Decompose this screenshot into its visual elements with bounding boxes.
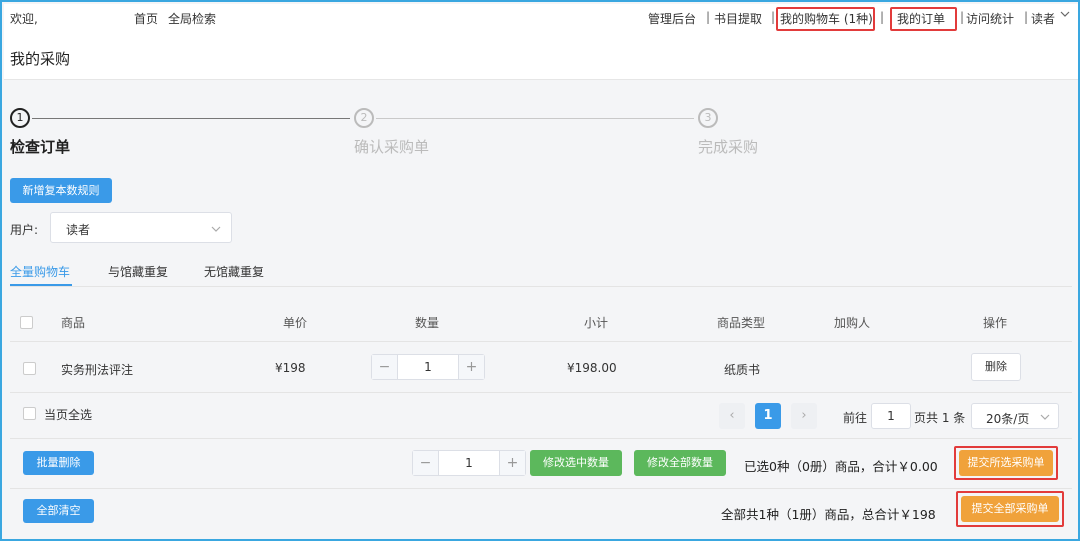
step-2-icon: 2 xyxy=(354,108,374,128)
total-summary: 全部共1种（1册）商品，总合计￥198 xyxy=(721,507,936,522)
pagination-row: 当页全选 ‹ 1 › 前往 1 页共 1 条 20条/页 xyxy=(10,393,1072,439)
batch-delete-button[interactable]: 批量删除 xyxy=(23,451,94,475)
nav-separator: | xyxy=(960,10,965,24)
welcome-text: 欢迎, xyxy=(10,12,38,26)
add-copy-rule-button[interactable]: 新增复本数规则 xyxy=(10,178,112,203)
next-page-button[interactable]: › xyxy=(791,403,817,429)
plus-icon[interactable]: + xyxy=(499,451,525,475)
row-subtotal: ¥198.00 xyxy=(567,361,617,375)
header-qty: 数量 xyxy=(415,316,440,330)
step-line xyxy=(376,118,694,119)
tab-duplicate-holdings[interactable]: 与馆藏重复 xyxy=(108,263,168,280)
batch-action-row: 批量删除 − 1 + 修改选中数量 修改全部数量 已选0种（0册）商品，合计￥0… xyxy=(10,439,1072,489)
clear-action-row: 全部清空 全部共1种（1册）商品，总合计￥198 提交全部采购单 xyxy=(10,489,1072,539)
delete-button[interactable]: 删除 xyxy=(971,353,1021,381)
chevron-down-icon[interactable] xyxy=(1060,8,1070,22)
user-select-value: 读者 xyxy=(66,223,91,237)
step-1-icon: 1 xyxy=(10,108,30,128)
page-size-select[interactable]: 20条/页 xyxy=(971,403,1059,429)
plus-icon[interactable]: + xyxy=(458,355,484,379)
table-header-row: 商品 单价 数量 小计 商品类型 加购人 操作 xyxy=(10,300,1072,342)
app-frame: 欢迎, 首页 全局检索 管理后台 | 书目提取 | 我的购物车 (1种) | 我… xyxy=(0,0,1080,541)
page-title: 我的采购 xyxy=(10,50,71,68)
nav-separator: | xyxy=(771,10,776,24)
page-number-button[interactable]: 1 xyxy=(755,403,781,429)
page-total-label: 页共 1 条 xyxy=(914,411,966,425)
goto-page-input[interactable]: 1 xyxy=(871,403,911,429)
page-header: 我的采购 xyxy=(4,32,1078,80)
table-row: 实务刑法评注 ¥198 − 1 + ¥198.00 纸质书 删除 xyxy=(10,342,1072,393)
header-price: 单价 xyxy=(283,316,308,330)
row-product[interactable]: 实务刑法评注 xyxy=(61,361,133,378)
selected-summary: 已选0种（0册）商品，合计￥0.00 xyxy=(744,459,938,474)
nav-separator: | xyxy=(880,10,885,24)
row-qty-stepper[interactable]: − 1 + xyxy=(371,354,485,380)
chevron-down-icon xyxy=(211,223,221,237)
submit-selected-button[interactable]: 提交所选采购单 xyxy=(959,450,1053,476)
nav-stats-link[interactable]: 访问统计 xyxy=(966,10,1014,27)
user-label: 用户: xyxy=(10,223,39,237)
tab-no-duplicate-holdings[interactable]: 无馆藏重复 xyxy=(204,263,264,280)
top-nav: 欢迎, 首页 全局检索 管理后台 | 书目提取 | 我的购物车 (1种) | 我… xyxy=(4,4,1078,32)
nav-catalog-link[interactable]: 书目提取 xyxy=(714,10,762,27)
step-1-label: 检查订单 xyxy=(10,138,71,156)
select-page-checkbox[interactable] xyxy=(23,407,36,420)
step-line xyxy=(32,118,350,119)
modify-all-qty-button[interactable]: 修改全部数量 xyxy=(634,450,726,476)
tab-full-cart[interactable]: 全量购物车 xyxy=(10,263,70,280)
nav-user-menu[interactable]: 读者 xyxy=(1031,10,1055,27)
nav-orders-link[interactable]: 我的订单 xyxy=(897,10,945,27)
nav-global-search-link[interactable]: 全局检索 xyxy=(168,10,216,27)
row-price: ¥198 xyxy=(275,361,306,375)
header-product: 商品 xyxy=(61,316,86,330)
chevron-down-icon xyxy=(1040,411,1050,425)
clear-all-button[interactable]: 全部清空 xyxy=(23,499,94,523)
tabs-divider xyxy=(10,286,1072,287)
step-2-label: 确认采购单 xyxy=(354,138,430,156)
nav-admin-link[interactable]: 管理后台 xyxy=(648,10,696,27)
row-qty-value[interactable]: 1 xyxy=(398,355,458,379)
goto-label: 前往 xyxy=(843,411,868,425)
header-action: 操作 xyxy=(983,316,1008,330)
minus-icon[interactable]: − xyxy=(372,355,398,379)
nav-separator: | xyxy=(706,10,711,24)
bulk-qty-stepper[interactable]: − 1 + xyxy=(412,450,526,476)
bulk-qty-value[interactable]: 1 xyxy=(439,451,499,475)
nav-separator: | xyxy=(1024,10,1029,24)
nav-home-link[interactable]: 首页 xyxy=(134,10,158,27)
header-adder: 加购人 xyxy=(834,316,871,330)
row-checkbox[interactable] xyxy=(23,362,36,375)
row-type: 纸质书 xyxy=(724,363,761,377)
select-all-checkbox[interactable] xyxy=(20,316,33,329)
nav-cart-link[interactable]: 我的购物车 (1种) xyxy=(780,10,873,27)
page-size-value: 20条/页 xyxy=(986,412,1030,426)
prev-page-button[interactable]: ‹ xyxy=(719,403,745,429)
header-subtotal: 小计 xyxy=(584,316,609,330)
submit-all-button[interactable]: 提交全部采购单 xyxy=(961,496,1059,522)
modify-selected-qty-button[interactable]: 修改选中数量 xyxy=(530,450,622,476)
step-3-label: 完成采购 xyxy=(698,138,759,156)
minus-icon[interactable]: − xyxy=(413,451,439,475)
user-select[interactable]: 读者 xyxy=(50,212,232,243)
select-page-label: 当页全选 xyxy=(44,408,93,422)
header-type: 商品类型 xyxy=(717,316,766,330)
step-3-icon: 3 xyxy=(698,108,718,128)
